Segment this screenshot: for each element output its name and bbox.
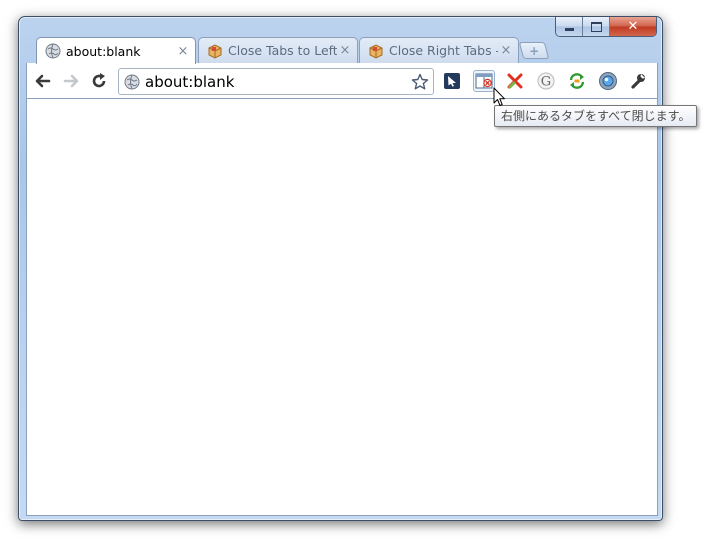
new-tab-icon: +: [528, 43, 540, 58]
cursor-extension-button[interactable]: [441, 70, 463, 92]
tab-close-button[interactable]: ×: [498, 43, 514, 58]
address-bar[interactable]: [118, 68, 434, 95]
minimize-icon: [564, 28, 574, 31]
reload-icon: [92, 73, 106, 88]
tab-strip: about:blank × Close Tabs to Left × Close…: [26, 37, 656, 64]
globe-icon: [124, 74, 140, 89]
close-window-button[interactable]: ✕: [610, 17, 656, 36]
sync-extension-button[interactable]: [566, 70, 588, 92]
red-x-extension-button[interactable]: [504, 70, 526, 92]
minimize-button[interactable]: [556, 17, 583, 36]
tab-close-right-tabs[interactable]: Close Right Tabs - ×: [359, 37, 519, 63]
svg-text:G: G: [541, 75, 551, 90]
close-right-tabs-icon: [475, 73, 493, 89]
google-extension-button[interactable]: G: [535, 70, 557, 92]
extension-cube-icon: [369, 43, 383, 59]
address-input[interactable]: [145, 72, 411, 91]
tab-about-blank[interactable]: about:blank ×: [36, 37, 196, 64]
wrench-menu-button[interactable]: [627, 70, 649, 92]
wrench-icon: [631, 74, 645, 89]
google-g-icon: G: [537, 72, 555, 90]
page-content[interactable]: [26, 98, 658, 516]
back-arrow-icon: [35, 74, 51, 88]
tab-close-button[interactable]: ×: [337, 43, 353, 58]
tooltip: 右側にあるタブをすべて閉じます。: [494, 105, 698, 127]
maximize-button[interactable]: [583, 17, 610, 36]
globe-icon: [45, 43, 61, 59]
tab-close-button[interactable]: ×: [175, 44, 191, 59]
orb-extension-button[interactable]: [597, 70, 619, 92]
forward-button[interactable]: [61, 71, 81, 91]
close-icon: ✕: [627, 19, 639, 34]
toolbar: G: [26, 63, 658, 98]
star-icon[interactable]: [411, 73, 429, 91]
mouse-cursor-icon: [493, 87, 505, 106]
extension-cube-icon: [208, 43, 222, 59]
tab-title: Close Right Tabs -: [389, 43, 498, 58]
reload-button[interactable]: [89, 71, 109, 91]
tab-title: about:blank: [66, 43, 141, 59]
cursor-arrow-icon: [444, 73, 460, 89]
sync-arrows-icon: [569, 73, 585, 89]
tab-title: Close Tabs to Left: [228, 43, 337, 58]
red-x-icon: [507, 73, 523, 89]
browser-window: ✕ about:blank × Close Tabs to Left × Clo…: [18, 16, 663, 521]
tab-close-tabs-to-left[interactable]: Close Tabs to Left ×: [198, 37, 358, 63]
window-caption-buttons: ✕: [555, 17, 657, 37]
orb-icon: [599, 72, 617, 90]
close-right-tabs-button[interactable]: [473, 70, 495, 92]
new-tab-button[interactable]: +: [518, 42, 550, 59]
back-button[interactable]: [33, 71, 53, 91]
maximize-icon: [590, 21, 602, 32]
forward-arrow-icon: [63, 74, 79, 88]
